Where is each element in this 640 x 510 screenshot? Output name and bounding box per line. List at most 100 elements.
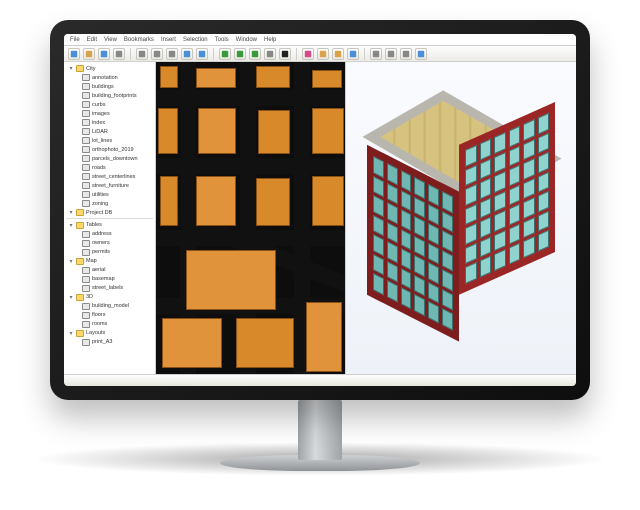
parcel[interactable] [198,108,236,154]
open-icon[interactable] [83,48,95,60]
parcel[interactable] [306,302,342,372]
zoom-in-icon[interactable] [219,48,231,60]
blank-icon [74,93,80,99]
parcel[interactable] [258,110,290,154]
tree-node[interactable]: annotation [66,73,153,82]
tree-node[interactable]: address [66,230,153,239]
undo-icon[interactable] [181,48,193,60]
tree-node[interactable]: street_centerlines [66,172,153,181]
building-window [414,236,425,258]
parcel[interactable] [236,318,294,368]
select-icon[interactable] [279,48,291,60]
parcel[interactable] [160,66,178,88]
zoom-extent-icon[interactable] [249,48,261,60]
layers-icon[interactable] [332,48,344,60]
3d-viewport[interactable] [346,62,576,374]
tree-node[interactable]: parcels_downtown [66,154,153,163]
redo-icon[interactable] [196,48,208,60]
parcel[interactable] [256,66,290,88]
tree-node[interactable]: ▾Layouts [66,329,153,338]
tree-node[interactable]: floors [66,311,153,320]
tree-node[interactable]: building_footprints [66,91,153,100]
menu-bookmarks[interactable]: Bookmarks [124,37,154,43]
tree-node[interactable]: rooms [66,320,153,329]
menu-insert[interactable]: Insert [161,37,176,43]
parcel[interactable] [186,250,276,310]
save-icon[interactable] [98,48,110,60]
new-file-icon[interactable] [68,48,80,60]
parcel[interactable] [158,108,178,154]
paste-icon[interactable] [166,48,178,60]
tree-node[interactable]: images [66,109,153,118]
map-viewport[interactable] [156,62,346,374]
chevron-down-icon[interactable]: ▾ [68,66,74,72]
tree-node[interactable]: roads [66,163,153,172]
tree-node[interactable]: orthophoto_2019 [66,145,153,154]
chevron-down-icon[interactable]: ▾ [68,210,74,216]
tree-node[interactable]: ▾Tables [66,221,153,230]
layer-icon [82,276,90,283]
3d-view-icon[interactable] [347,48,359,60]
chevron-down-icon[interactable]: ▾ [68,330,74,336]
tree-node[interactable]: zoning [66,199,153,208]
parcel[interactable] [196,176,236,226]
tree-node[interactable]: index [66,118,153,127]
layer-icon [82,119,90,126]
menu-edit[interactable]: Edit [87,37,97,43]
tree-node[interactable]: ▾City [66,64,153,73]
copy-icon[interactable] [151,48,163,60]
parcel[interactable] [312,176,344,226]
blank-icon [74,192,80,198]
tree-node[interactable]: curbs [66,100,153,109]
print-icon[interactable] [113,48,125,60]
blank-icon [74,276,80,282]
cut-icon[interactable] [136,48,148,60]
menu-help[interactable]: Help [264,37,276,43]
menu-view[interactable]: View [104,37,117,43]
tree-node[interactable]: street_furniture [66,181,153,190]
building-window [373,273,384,295]
help-icon[interactable] [415,48,427,60]
chevron-down-icon[interactable]: ▾ [68,222,74,228]
tree-node[interactable]: ▾3D [66,293,153,302]
chevron-down-icon[interactable]: ▾ [68,294,74,300]
tree-node[interactable]: utilities [66,190,153,199]
parcel[interactable] [256,178,290,226]
menu-tools[interactable]: Tools [215,37,229,43]
tree-node[interactable]: lot_lines [66,136,153,145]
pan-icon[interactable] [264,48,276,60]
menu-file[interactable]: File [70,37,80,43]
tree-node[interactable]: owners [66,239,153,248]
menu-window[interactable]: Window [236,37,257,43]
tree-node[interactable]: building_model [66,302,153,311]
settings-icon[interactable] [400,48,412,60]
parcel[interactable] [162,318,222,368]
tree-node[interactable]: ▾Project DB [66,208,153,216]
blank-icon [74,156,80,162]
blank-icon [74,249,80,255]
parcel[interactable] [312,70,342,88]
tree-node[interactable]: buildings [66,82,153,91]
parcel[interactable] [312,108,344,154]
tree-node[interactable]: basemap [66,275,153,284]
tree-node[interactable]: LiDAR [66,127,153,136]
tree-node[interactable]: street_labels [66,284,153,293]
building-window [494,250,506,272]
building-window [373,156,384,178]
chevron-down-icon[interactable]: ▾ [68,258,74,264]
parcel[interactable] [196,68,236,88]
tree-node[interactable]: ▾Map [66,257,153,266]
tree-node[interactable]: aerial [66,266,153,275]
measure-icon[interactable] [317,48,329,60]
search-icon[interactable] [385,48,397,60]
parcel[interactable] [160,176,178,226]
table-icon[interactable] [370,48,382,60]
tree-node[interactable]: print_A3 [66,338,153,347]
menu-selection[interactable]: Selection [183,37,208,43]
building-window [523,217,535,239]
layer-icon [82,191,90,198]
building-window [509,145,521,167]
zoom-out-icon[interactable] [234,48,246,60]
tree-node[interactable]: permits [66,248,153,257]
identify-icon[interactable] [302,48,314,60]
